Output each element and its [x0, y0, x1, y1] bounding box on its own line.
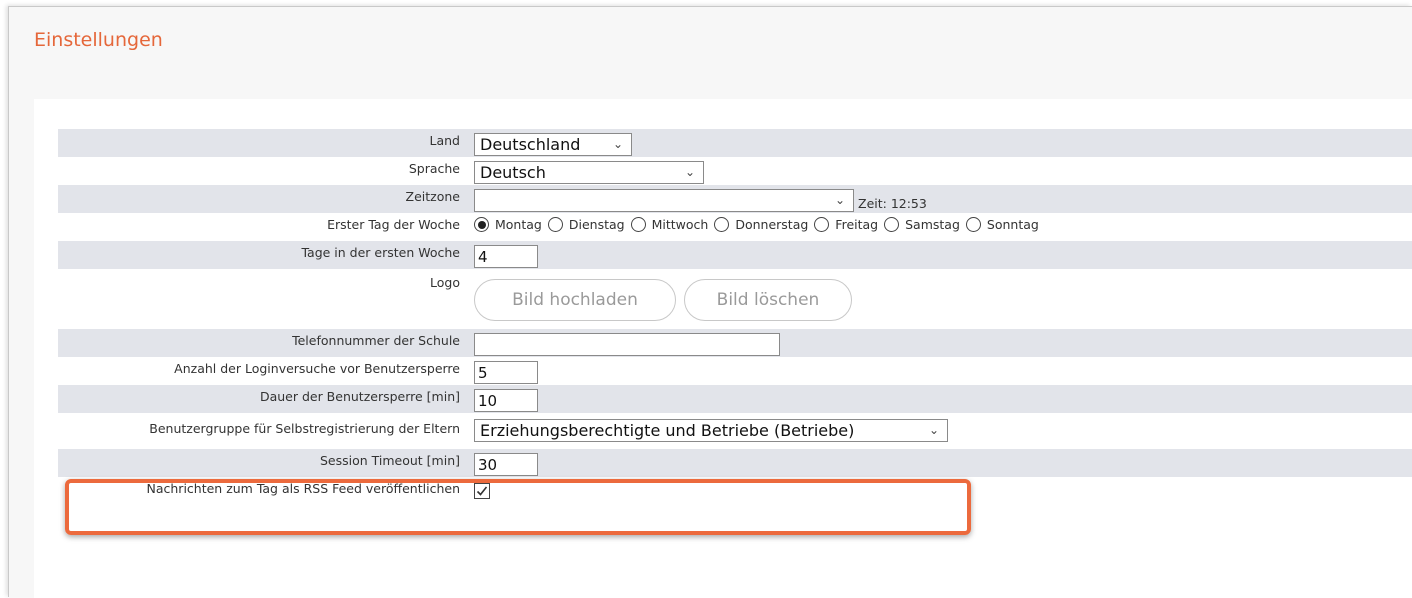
zeitzone-label: Zeitzone — [405, 188, 460, 204]
settings-table: Land Deutschland ⌄ Sprache Deutsch ⌄ Zei… — [58, 129, 1412, 505]
rss-checkbox[interactable] — [474, 483, 490, 499]
chevron-down-icon: ⌄ — [612, 137, 623, 151]
session-timeout-input[interactable]: 30 — [474, 453, 538, 476]
telefon-input[interactable] — [474, 333, 780, 356]
session-timeout-label: Session Timeout [min] — [319, 452, 460, 468]
radio-donnerstag[interactable]: Donnerstag — [714, 217, 808, 232]
page-title: Einstellungen — [34, 29, 163, 51]
benutzergruppe-label: Benutzergruppe für Selbstregistrierung d… — [149, 420, 460, 436]
row-tage-erste-woche: Tage in der ersten Woche 4 — [58, 241, 1412, 269]
current-time: Zeit: 12:53 — [858, 196, 927, 211]
radio-icon — [884, 217, 900, 232]
checkmark-icon — [476, 486, 488, 496]
erster-tag-label: Erster Tag der Woche — [327, 216, 460, 232]
radio-dienstag[interactable]: Dienstag — [547, 217, 625, 232]
chevron-down-icon: ⌄ — [928, 423, 939, 437]
radio-mittwoch[interactable]: Mittwoch — [630, 217, 708, 232]
radio-icon — [714, 217, 730, 232]
settings-window: Einstellungen Land Deutschland ⌄ Sprache… — [8, 6, 1412, 598]
radio-icon — [965, 217, 981, 232]
land-label: Land — [429, 132, 460, 148]
sperre-dauer-input[interactable]: 10 — [474, 389, 538, 412]
row-benutzergruppe: Benutzergruppe für Selbstregistrierung d… — [58, 413, 1412, 449]
row-rss: Nachrichten zum Tag als RSS Feed veröffe… — [58, 477, 1412, 505]
row-logo: Logo Bild hochladen Bild löschen — [58, 269, 1412, 329]
row-telefon: Telefonnummer der Schule — [58, 329, 1412, 357]
radio-checked-icon — [474, 217, 489, 232]
row-erster-tag: Erster Tag der Woche Montag Dienstag Mit… — [58, 213, 1412, 241]
telefon-label: Telefonnummer der Schule — [292, 332, 460, 348]
land-select[interactable]: Deutschland ⌄ — [474, 133, 632, 156]
row-loginversuche: Anzahl der Loginversuche vor Benutzerspe… — [58, 357, 1412, 385]
benutzergruppe-select[interactable]: Erziehungsberechtigte und Betriebe (Betr… — [474, 419, 948, 442]
row-sprache: Sprache Deutsch ⌄ — [58, 157, 1412, 185]
radio-samstag[interactable]: Samstag — [884, 217, 960, 232]
radio-sonntag[interactable]: Sonntag — [965, 217, 1039, 232]
rss-label: Nachrichten zum Tag als RSS Feed veröffe… — [146, 480, 461, 496]
upload-image-button[interactable]: Bild hochladen — [474, 279, 676, 321]
tage-input[interactable]: 4 — [474, 245, 538, 268]
weekday-radio-group: Montag Dienstag Mittwoch Donnerstag Frei… — [474, 217, 1045, 232]
chevron-down-icon: ⌄ — [684, 165, 695, 179]
zeitzone-select[interactable]: ⌄ — [474, 189, 854, 212]
radio-icon — [814, 217, 830, 232]
tage-label: Tage in der ersten Woche — [301, 244, 460, 260]
delete-image-button[interactable]: Bild löschen — [684, 279, 852, 321]
row-land: Land Deutschland ⌄ — [58, 129, 1412, 157]
row-zeitzone: Zeitzone ⌄ Zeit: 12:53 — [58, 185, 1412, 213]
sprache-label: Sprache — [408, 160, 460, 176]
row-sperre-dauer: Dauer der Benutzersperre [min] 10 — [58, 385, 1412, 413]
radio-freitag[interactable]: Freitag — [814, 217, 878, 232]
sperre-dauer-label: Dauer der Benutzersperre [min] — [259, 388, 460, 404]
radio-icon — [547, 217, 563, 232]
loginversuche-label: Anzahl der Loginversuche vor Benutzerspe… — [174, 360, 460, 376]
radio-montag[interactable]: Montag — [474, 217, 542, 232]
sprache-select[interactable]: Deutsch ⌄ — [474, 161, 704, 184]
logo-label: Logo — [430, 275, 460, 290]
radio-icon — [630, 217, 646, 232]
chevron-down-icon: ⌄ — [834, 193, 845, 207]
settings-panel: Land Deutschland ⌄ Sprache Deutsch ⌄ Zei… — [34, 99, 1412, 598]
row-session-timeout: Session Timeout [min] 30 — [58, 449, 1412, 477]
loginversuche-input[interactable]: 5 — [474, 361, 538, 384]
